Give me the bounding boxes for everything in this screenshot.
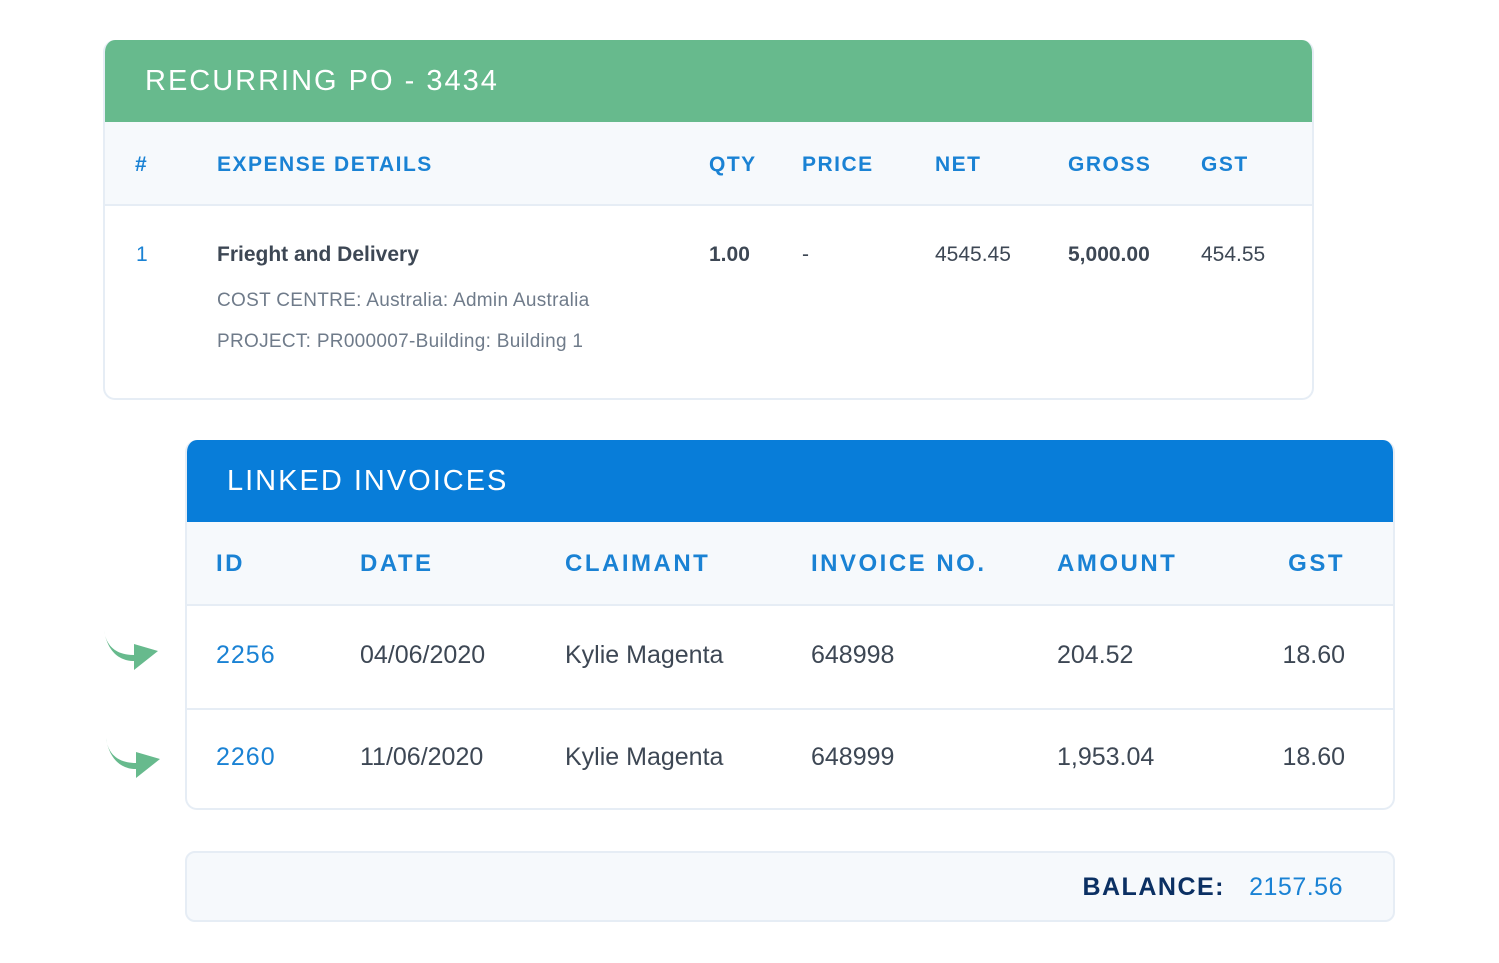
balance-label: BALANCE: xyxy=(1082,873,1225,901)
linked-invoices-title: LINKED INVOICES xyxy=(187,440,1393,522)
curved-arrow-right-icon xyxy=(104,630,158,670)
po-item-number: 1 xyxy=(136,243,148,266)
invoice-id-link[interactable]: 2256 xyxy=(216,641,276,670)
po-item-gross: 5,000.00 xyxy=(1068,243,1150,266)
invoice-claimant: Kylie Magenta xyxy=(565,641,724,669)
inv-col-invoice-no: INVOICE NO. xyxy=(811,550,987,577)
invoice-number: 648999 xyxy=(811,743,895,771)
inv-col-id: ID xyxy=(216,550,245,577)
po-col-gst: GST xyxy=(1201,153,1249,176)
po-col-expense-details: EXPENSE DETAILS xyxy=(217,153,433,176)
invoice-row[interactable]: 2256 04/06/2020 Kylie Magenta 648998 204… xyxy=(187,606,1393,710)
po-col-net: NET xyxy=(935,153,982,176)
inv-col-date: DATE xyxy=(360,550,434,577)
invoice-claimant: Kylie Magenta xyxy=(565,743,724,771)
invoice-amount: 204.52 xyxy=(1057,641,1134,669)
po-item-gst: 454.55 xyxy=(1201,243,1266,266)
po-item-description: Frieght and Delivery xyxy=(217,243,419,266)
po-col-gross: GROSS xyxy=(1068,153,1152,176)
po-col-price: PRICE xyxy=(802,153,874,176)
invoice-date: 11/06/2020 xyxy=(360,743,484,771)
balance-bar: BALANCE: 2157.56 xyxy=(185,851,1395,922)
invoice-date: 04/06/2020 xyxy=(360,641,486,669)
inv-col-amount: AMOUNT xyxy=(1057,550,1178,577)
po-item-qty: 1.00 xyxy=(709,243,750,266)
invoice-id-link[interactable]: 2260 xyxy=(216,743,276,772)
curved-arrow-right-icon xyxy=(106,738,160,778)
invoice-gst: 18.60 xyxy=(1282,641,1345,669)
po-item-price: - xyxy=(802,243,809,266)
linked-invoices-card: LINKED INVOICES ID DATE CLAIMANT INVOICE… xyxy=(185,440,1395,810)
po-item-cost-centre: COST CENTRE: Australia: Admin Australia xyxy=(217,290,590,311)
invoice-number: 648998 xyxy=(811,641,895,669)
po-col-number: # xyxy=(135,153,149,176)
invoice-amount: 1,953.04 xyxy=(1057,743,1155,771)
inv-col-gst: GST xyxy=(1288,550,1345,577)
invoices-table-header: ID DATE CLAIMANT INVOICE NO. AMOUNT GST xyxy=(187,522,1393,606)
po-card-title: RECURRING PO - 3434 xyxy=(105,40,1312,122)
invoice-row[interactable]: 2260 11/06/2020 Kylie Magenta 648999 1,9… xyxy=(187,708,1393,808)
inv-col-claimant: CLAIMANT xyxy=(565,550,711,577)
po-table-header: # EXPENSE DETAILS QTY PRICE NET GROSS GS… xyxy=(105,122,1312,206)
balance-value: 2157.56 xyxy=(1249,873,1343,901)
po-item-project: PROJECT: PR000007-Building: Building 1 xyxy=(217,331,584,352)
invoice-gst: 18.60 xyxy=(1282,743,1345,771)
po-col-qty: QTY xyxy=(709,153,757,176)
po-item-net: 4545.45 xyxy=(935,243,1011,266)
recurring-po-card: RECURRING PO - 3434 # EXPENSE DETAILS QT… xyxy=(103,40,1314,400)
